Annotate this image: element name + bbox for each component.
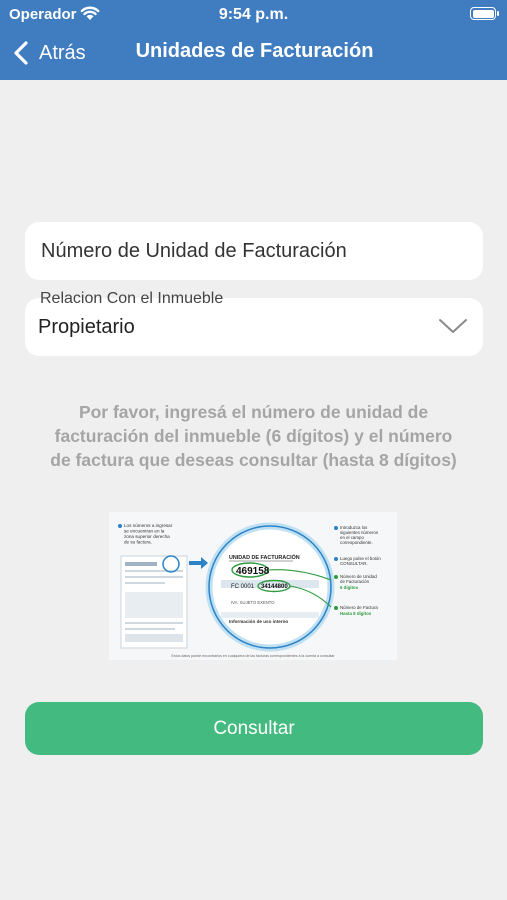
page-title: Unidades de Facturación (135, 40, 374, 62)
navigation-bar: Operador 9:54 p.m. Atrás Unidades de Fac… (0, 0, 507, 80)
svg-text:6 dígitos: 6 dígitos (340, 585, 359, 590)
svg-text:correspondiente.: correspondiente. (340, 540, 373, 545)
battery-icon (470, 7, 499, 20)
instructions-text: Por favor, ingresá el número de unidad d… (50, 402, 457, 470)
svg-text:Los números a ingresar: Los números a ingresar (124, 523, 173, 528)
left-note: Los números a ingresar se encuentran en … (118, 523, 173, 545)
relacion-value: Propietario (38, 316, 135, 338)
right-notes: Introduzca los siguientes números en el … (334, 525, 381, 616)
svg-text:Número de Factura: Número de Factura (340, 605, 378, 610)
unidad-input[interactable] (41, 222, 461, 280)
invoice-thumbnail (120, 555, 188, 649)
svg-text:UNIDAD DE FACTURACIÓN: UNIDAD DE FACTURACIÓN (229, 553, 300, 561)
invoice-illustration: Los números a ingresar se encuentran en … (109, 512, 397, 660)
svg-text:34144800: 34144800 (261, 584, 288, 590)
svg-text:Hasta 8 dígitos: Hasta 8 dígitos (340, 611, 372, 616)
svg-text:469158: 469158 (236, 566, 270, 577)
status-bar: Operador 9:54 p.m. (0, 0, 507, 30)
relacion-label: Relacion Con el Inmueble (40, 290, 224, 307)
unidad-field[interactable] (25, 222, 483, 280)
arrow-icon (189, 557, 208, 569)
svg-text:IVA: SUJETO EXENTO: IVA: SUJETO EXENTO (231, 600, 275, 605)
svg-text:de su factura.: de su factura. (124, 540, 152, 545)
svg-text:zona superior derecha: zona superior derecha (124, 534, 170, 539)
consultar-button[interactable]: Consultar (25, 702, 483, 755)
svg-text:Información de uso interno: Información de uso interno (229, 619, 288, 624)
svg-text:CONSULTAR.: CONSULTAR. (340, 561, 368, 566)
clock: 9:54 p.m. (218, 6, 289, 23)
svg-text:se encuentran en la: se encuentran en la (124, 529, 165, 534)
svg-text:FC 0001: FC 0001 (231, 584, 255, 590)
svg-text:de Facturación: de Facturación (340, 579, 370, 584)
illustration-footer: Estos datos puede encontrarlos en cualqu… (171, 654, 335, 658)
chevron-down-icon[interactable] (438, 316, 468, 336)
